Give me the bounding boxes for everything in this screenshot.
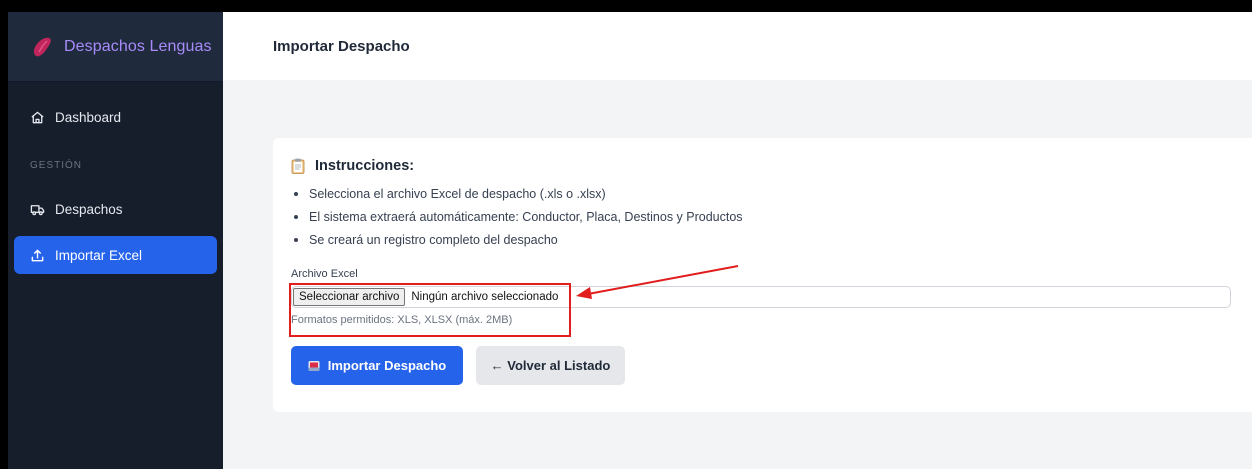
instructions-list: Selecciona el archivo Excel de despacho … xyxy=(291,182,1240,251)
instructions-title: Instrucciones: xyxy=(315,158,415,174)
select-file-button[interactable]: Seleccionar archivo xyxy=(293,288,406,306)
brand[interactable]: Despachos Lenguas xyxy=(8,12,223,82)
sidebar: Despachos Lenguas Dashboard GESTIÓN Desp… xyxy=(8,12,223,469)
list-item-text: Selecciona el archivo Excel de despacho … xyxy=(309,186,606,201)
action-buttons: Importar Despacho ← Volver al Listado xyxy=(291,346,1240,385)
inbox-tray-icon xyxy=(308,360,320,371)
instructions-heading: Instrucciones: xyxy=(291,158,1240,174)
list-item-text: El sistema extraerá automáticamente: Con… xyxy=(309,209,743,224)
file-help-text: Formatos permitidos: XLS, XLSX (máx. 2MB… xyxy=(291,314,513,326)
list-item-text: Se creará un registro completo del despa… xyxy=(309,232,558,247)
list-item: Selecciona el archivo Excel de despacho … xyxy=(291,182,1240,205)
sidebar-item-dashboard[interactable]: Dashboard xyxy=(14,98,217,136)
main-content: Importar Despacho Instrucciones: Selecci… xyxy=(223,12,1252,469)
nav-section-label: GESTIÓN xyxy=(30,160,83,171)
list-item: El sistema extraerá automáticamente: Con… xyxy=(291,205,1240,228)
bullet xyxy=(294,214,298,219)
brand-name: Despachos Lenguas xyxy=(64,37,212,55)
app-window: Despachos Lenguas Dashboard GESTIÓN Desp… xyxy=(8,12,1252,469)
import-card: Instrucciones: Selecciona el archivo Exc… xyxy=(273,138,1252,412)
home-icon xyxy=(31,111,44,123)
truck-icon xyxy=(30,204,45,215)
file-status: Ningún archivo seleccionado xyxy=(411,291,559,303)
clipboard-icon xyxy=(291,158,305,174)
list-item: Se creará un registro completo del despa… xyxy=(291,228,1240,251)
tongue-logo-icon xyxy=(33,37,51,56)
sidebar-item-label: Dashboard xyxy=(55,109,122,125)
back-to-list-button[interactable]: ← Volver al Listado xyxy=(476,346,625,385)
import-button[interactable]: Importar Despacho xyxy=(291,346,463,385)
import-button-label: Importar Despacho xyxy=(327,358,447,373)
sidebar-item-label: Importar Excel xyxy=(55,247,143,263)
bullet xyxy=(294,191,298,196)
file-input[interactable]: Seleccionar archivo Ningún archivo selec… xyxy=(291,286,1231,308)
upload-icon xyxy=(31,249,44,261)
file-field-label: Archivo Excel xyxy=(291,268,358,280)
page-title: Importar Despacho xyxy=(273,37,410,55)
back-button-label: ← Volver al Listado xyxy=(490,358,611,373)
sidebar-item-importar-excel[interactable]: Importar Excel xyxy=(14,236,217,274)
sidebar-item-label: Despachos xyxy=(55,201,123,217)
sidebar-item-despachos[interactable]: Despachos xyxy=(14,190,217,228)
bullet xyxy=(294,237,298,242)
topbar: Importar Despacho xyxy=(223,12,1252,80)
